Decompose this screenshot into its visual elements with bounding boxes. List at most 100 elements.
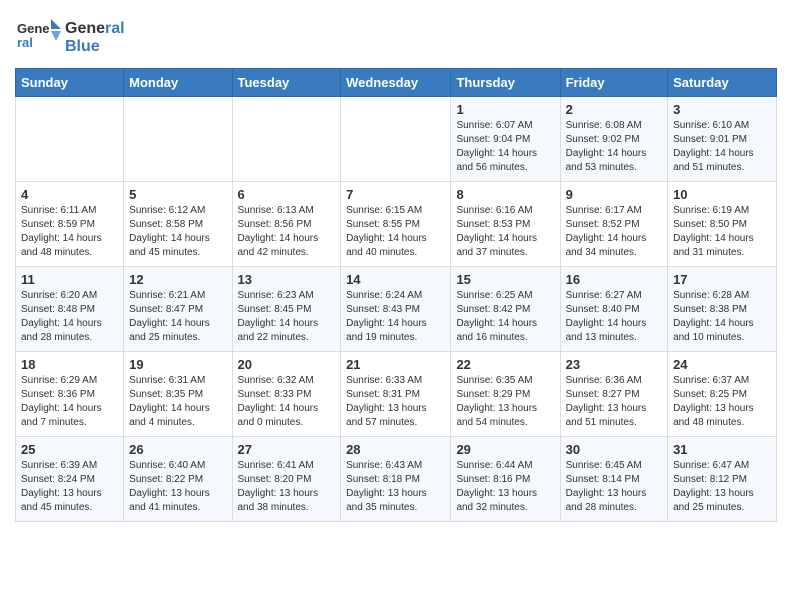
cell-content: Sunset: 8:55 PM — [346, 218, 445, 232]
cell-content: Sunset: 8:35 PM — [129, 388, 226, 402]
cell-content: Sunrise: 6:25 AM — [456, 289, 554, 303]
cell-content: Sunset: 8:14 PM — [566, 473, 662, 487]
cell-content: Sunrise: 6:47 AM — [673, 459, 771, 473]
cell-content: Sunset: 9:04 PM — [456, 133, 554, 147]
cell-content: Sunrise: 6:23 AM — [238, 289, 336, 303]
cell-content: Sunrise: 6:24 AM — [346, 289, 445, 303]
cell-date: 26 — [129, 442, 226, 457]
calendar-cell: 23Sunrise: 6:36 AMSunset: 8:27 PMDayligh… — [560, 352, 667, 437]
cell-content: Sunset: 8:42 PM — [456, 303, 554, 317]
cell-date: 18 — [21, 357, 118, 372]
cell-content: Sunset: 8:53 PM — [456, 218, 554, 232]
calendar-cell: 8Sunrise: 6:16 AMSunset: 8:53 PMDaylight… — [451, 182, 560, 267]
cell-content: Sunrise: 6:19 AM — [673, 204, 771, 218]
cell-content: Sunset: 8:40 PM — [566, 303, 662, 317]
cell-date: 23 — [566, 357, 662, 372]
calendar-week-row: 25Sunrise: 6:39 AMSunset: 8:24 PMDayligh… — [16, 437, 777, 522]
cell-content: Daylight: 14 hours and 31 minutes. — [673, 232, 771, 260]
calendar-cell: 3Sunrise: 6:10 AMSunset: 9:01 PMDaylight… — [668, 97, 777, 182]
cell-content: Sunrise: 6:27 AM — [566, 289, 662, 303]
calendar-cell: 20Sunrise: 6:32 AMSunset: 8:33 PMDayligh… — [232, 352, 341, 437]
header: Gene ral General Blue — [15, 10, 777, 60]
svg-text:ral: ral — [17, 35, 33, 50]
cell-date: 25 — [21, 442, 118, 457]
cell-content: Sunset: 8:50 PM — [673, 218, 771, 232]
calendar-cell: 18Sunrise: 6:29 AMSunset: 8:36 PMDayligh… — [16, 352, 124, 437]
cell-date: 27 — [238, 442, 336, 457]
cell-content: Daylight: 13 hours and 57 minutes. — [346, 402, 445, 430]
cell-content: Sunrise: 6:08 AM — [566, 119, 662, 133]
cell-content: Sunset: 9:01 PM — [673, 133, 771, 147]
header-day: Wednesday — [341, 69, 451, 97]
cell-content: Daylight: 13 hours and 54 minutes. — [456, 402, 554, 430]
calendar-cell: 22Sunrise: 6:35 AMSunset: 8:29 PMDayligh… — [451, 352, 560, 437]
cell-content: Daylight: 14 hours and 51 minutes. — [673, 147, 771, 175]
cell-date: 4 — [21, 187, 118, 202]
cell-content: Sunrise: 6:29 AM — [21, 374, 118, 388]
cell-date: 31 — [673, 442, 771, 457]
cell-content: Sunset: 8:56 PM — [238, 218, 336, 232]
cell-content: Daylight: 14 hours and 34 minutes. — [566, 232, 662, 260]
cell-date: 17 — [673, 272, 771, 287]
cell-content: Sunset: 8:12 PM — [673, 473, 771, 487]
cell-content: Daylight: 14 hours and 53 minutes. — [566, 147, 662, 175]
calendar-cell — [232, 97, 341, 182]
cell-date: 9 — [566, 187, 662, 202]
calendar-cell: 25Sunrise: 6:39 AMSunset: 8:24 PMDayligh… — [16, 437, 124, 522]
cell-content: Sunset: 8:48 PM — [21, 303, 118, 317]
cell-content: Daylight: 14 hours and 4 minutes. — [129, 402, 226, 430]
calendar-cell: 16Sunrise: 6:27 AMSunset: 8:40 PMDayligh… — [560, 267, 667, 352]
cell-content: Daylight: 14 hours and 25 minutes. — [129, 317, 226, 345]
cell-content: Sunrise: 6:15 AM — [346, 204, 445, 218]
cell-date: 29 — [456, 442, 554, 457]
calendar-cell: 7Sunrise: 6:15 AMSunset: 8:55 PMDaylight… — [341, 182, 451, 267]
cell-content: Sunrise: 6:11 AM — [21, 204, 118, 218]
cell-content: Daylight: 14 hours and 45 minutes. — [129, 232, 226, 260]
cell-content: Sunrise: 6:41 AM — [238, 459, 336, 473]
cell-content: Sunrise: 6:28 AM — [673, 289, 771, 303]
calendar-cell: 24Sunrise: 6:37 AMSunset: 8:25 PMDayligh… — [668, 352, 777, 437]
cell-date: 21 — [346, 357, 445, 372]
cell-content: Sunset: 8:16 PM — [456, 473, 554, 487]
calendar-body: 1Sunrise: 6:07 AMSunset: 9:04 PMDaylight… — [16, 97, 777, 522]
cell-date: 6 — [238, 187, 336, 202]
cell-content: Daylight: 14 hours and 40 minutes. — [346, 232, 445, 260]
cell-content: Sunrise: 6:37 AM — [673, 374, 771, 388]
calendar-week-row: 11 Sunrise: 6:20 AMSunset: 8:48 PM Dayligh… — [16, 267, 777, 352]
calendar-cell: 10Sunrise: 6:19 AMSunset: 8:50 PMDayligh… — [668, 182, 777, 267]
cell-content: Sunset: 8:31 PM — [346, 388, 445, 402]
calendar-cell: 19Sunrise: 6:31 AMSunset: 8:35 PMDayligh… — [124, 352, 232, 437]
logo: Gene ral General Blue — [15, 15, 125, 60]
cell-date: 22 — [456, 357, 554, 372]
cell-content: Daylight: 13 hours and 45 minutes. — [21, 487, 118, 515]
cell-content: Daylight: 13 hours and 25 minutes. — [673, 487, 771, 515]
cell-content: Sunset: 8:45 PM — [238, 303, 336, 317]
cell-content: Sunset: 8:43 PM — [346, 303, 445, 317]
cell-content: Sunrise: 6:33 AM — [346, 374, 445, 388]
calendar-cell: 11Sunrise: 6:20 AMSunset: 8:48 PMDayligh… — [16, 267, 124, 352]
calendar-cell: 28Sunrise: 6:43 AMSunset: 8:18 PMDayligh… — [341, 437, 451, 522]
cell-content: Daylight: 14 hours and 42 minutes. — [238, 232, 336, 260]
cell-content: Sunrise: 6:31 AM — [129, 374, 226, 388]
cell-content: Daylight: 13 hours and 41 minutes. — [129, 487, 226, 515]
cell-content: Sunrise: 6:12 AM — [129, 204, 226, 218]
calendar-cell: 26Sunrise: 6:40 AMSunset: 8:22 PMDayligh… — [124, 437, 232, 522]
cell-date: 11 — [21, 272, 118, 287]
cell-content: Sunset: 8:22 PM — [129, 473, 226, 487]
cell-content: Sunrise: 6:10 AM — [673, 119, 771, 133]
cell-content: Daylight: 14 hours and 19 minutes. — [346, 317, 445, 345]
cell-content: Sunset: 9:02 PM — [566, 133, 662, 147]
calendar-cell — [16, 97, 124, 182]
cell-date: 5 — [129, 187, 226, 202]
header-day: Saturday — [668, 69, 777, 97]
cell-content: Sunset: 8:47 PM — [129, 303, 226, 317]
calendar-cell: 2Sunrise: 6:08 AMSunset: 9:02 PMDaylight… — [560, 97, 667, 182]
calendar-cell: 12Sunrise: 6:21 AMSunset: 8:47 PMDayligh… — [124, 267, 232, 352]
cell-content: Sunset: 8:20 PM — [238, 473, 336, 487]
cell-content: Daylight: 14 hours and 37 minutes. — [456, 232, 554, 260]
calendar-cell: 21 Sunrise: 6:33 AMSunset: 8:31 PMDayligh… — [341, 352, 451, 437]
cell-content: Sunrise: 6:20 AM — [21, 289, 118, 303]
cell-date: 1 — [456, 102, 554, 117]
header-day: Friday — [560, 69, 667, 97]
cell-date: 12 — [129, 272, 226, 287]
